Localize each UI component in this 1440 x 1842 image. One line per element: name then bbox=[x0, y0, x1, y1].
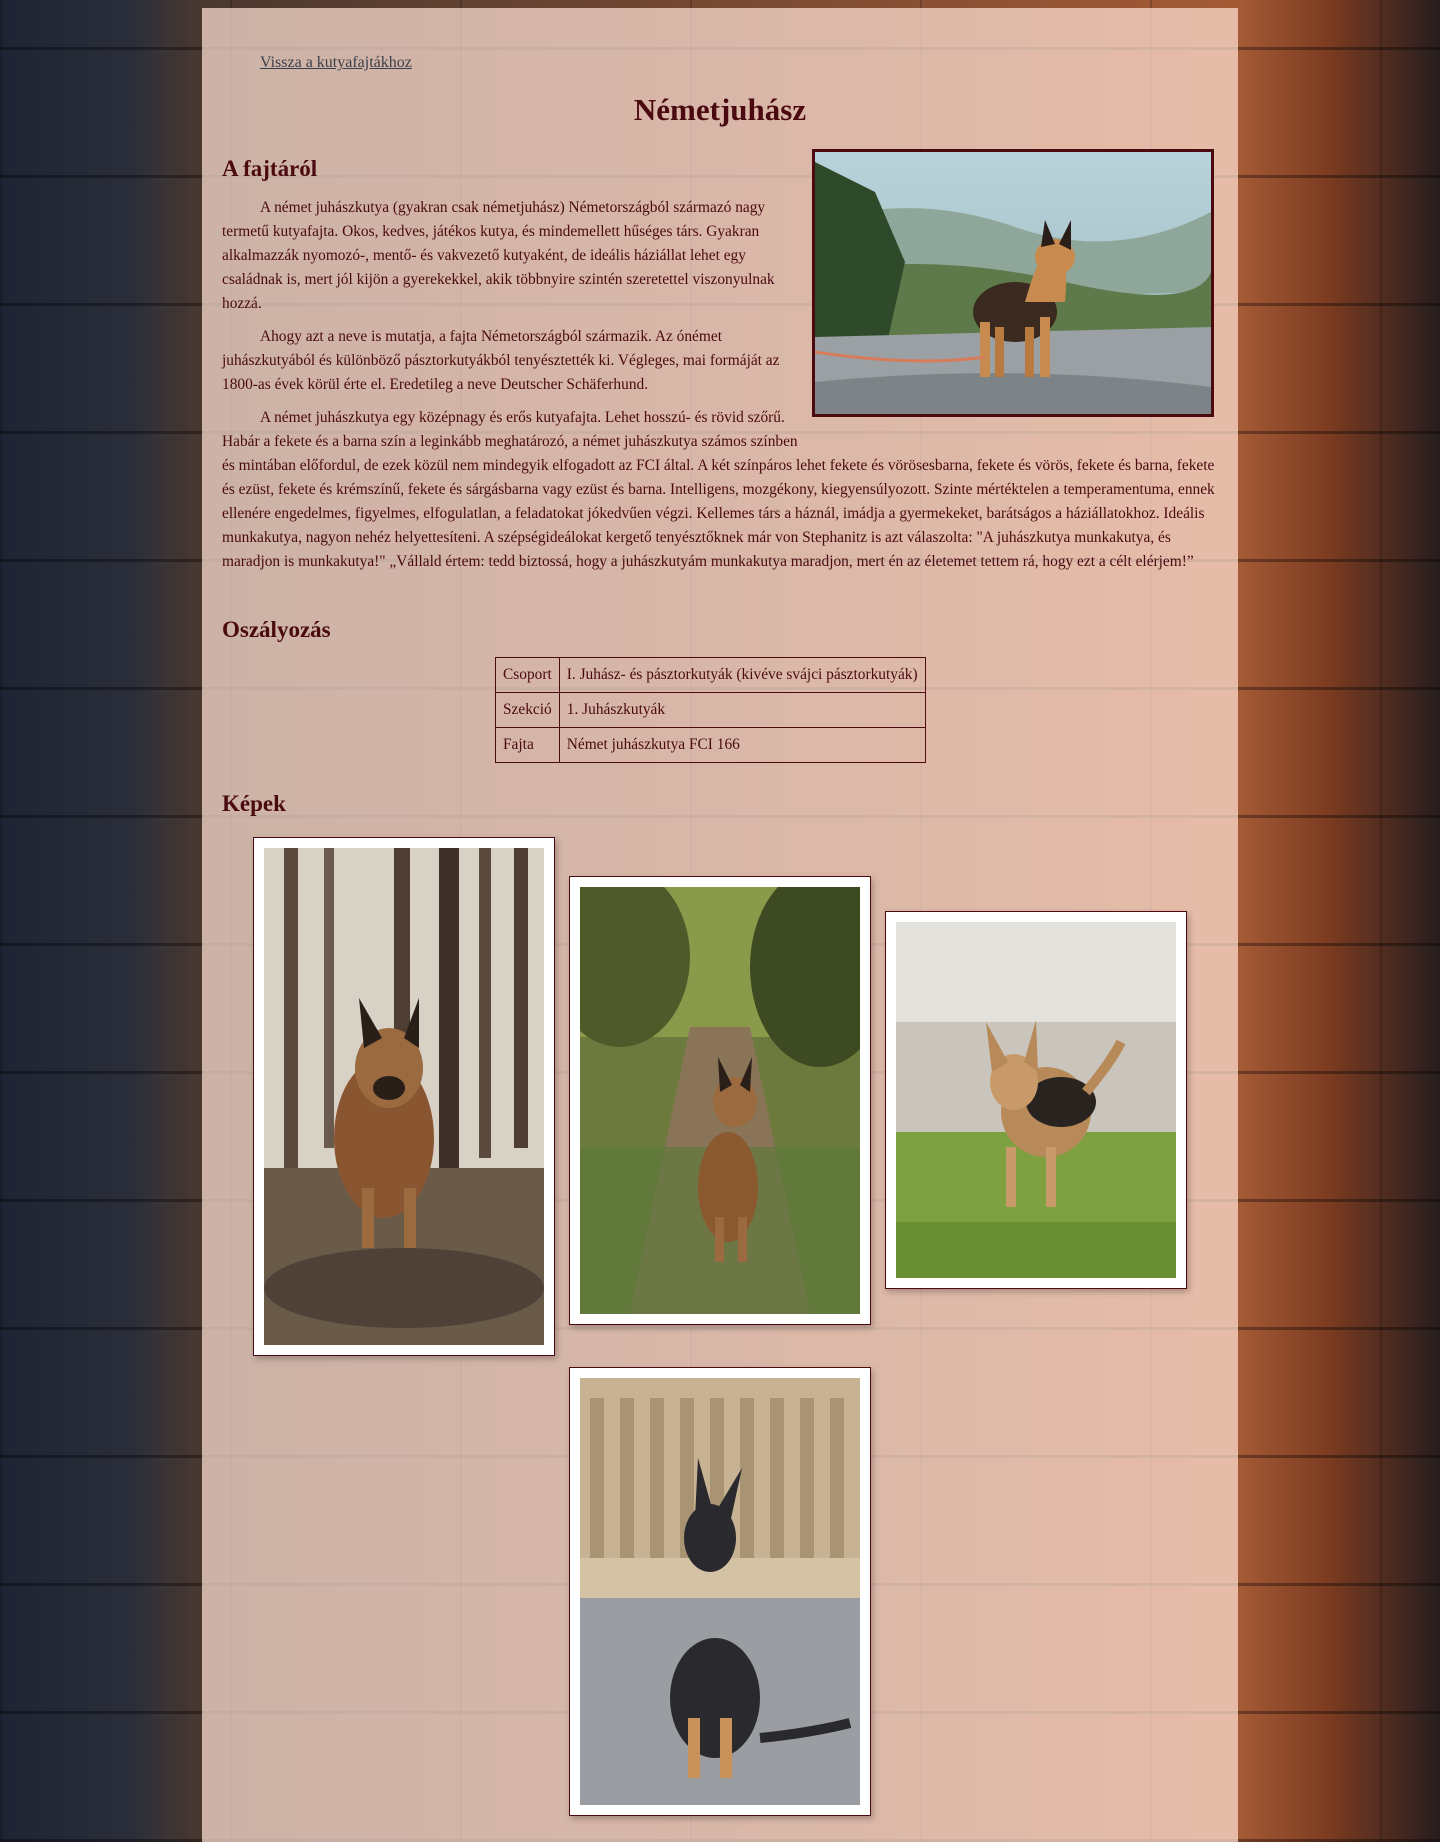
gallery-photo-4[interactable] bbox=[569, 1367, 871, 1816]
puppy-fence-image bbox=[580, 1378, 860, 1805]
table-key: Fajta bbox=[495, 727, 560, 763]
content-panel: Vissza a kutyafajtákhoz Németjuhász A fa… bbox=[202, 8, 1238, 1842]
hero-float-spacer bbox=[800, 196, 1218, 432]
classification-heading: Oszályozás bbox=[222, 617, 331, 642]
table-value: 1. Juhászkutyák bbox=[558, 692, 926, 728]
back-to-breeds-link[interactable]: Vissza a kutyafajtákhoz bbox=[260, 54, 412, 72]
classification-table: Csoport I. Juhász- és pásztorkutyák (kiv… bbox=[495, 657, 926, 763]
table-value: I. Juhász- és pásztorkutyák (kivéve sváj… bbox=[558, 657, 926, 693]
table-key: Csoport bbox=[495, 657, 560, 693]
table-row: Szekció 1. Juhászkutyák bbox=[495, 692, 926, 728]
running-dog-image bbox=[896, 922, 1176, 1278]
table-row: Fajta Német juhászkutya FCI 166 bbox=[495, 727, 926, 763]
table-row: Csoport I. Juhász- és pásztorkutyák (kiv… bbox=[495, 657, 926, 693]
gallery-photo-1[interactable] bbox=[253, 837, 555, 1356]
gallery-photo-2[interactable] bbox=[569, 876, 871, 1325]
forest-dog-image bbox=[264, 848, 544, 1345]
autumn-path-dog-image bbox=[580, 887, 860, 1314]
about-heading: A fajtáról bbox=[222, 156, 318, 181]
about-text: A német juhászkutya (gyakran csak németj… bbox=[222, 196, 1218, 583]
page-title: Németjuhász bbox=[633, 92, 807, 127]
table-value: Német juhászkutya FCI 166 bbox=[558, 727, 926, 763]
table-key: Szekció bbox=[495, 692, 560, 728]
gallery-heading: Képek bbox=[222, 791, 286, 816]
gallery-photo-3[interactable] bbox=[885, 911, 1187, 1289]
